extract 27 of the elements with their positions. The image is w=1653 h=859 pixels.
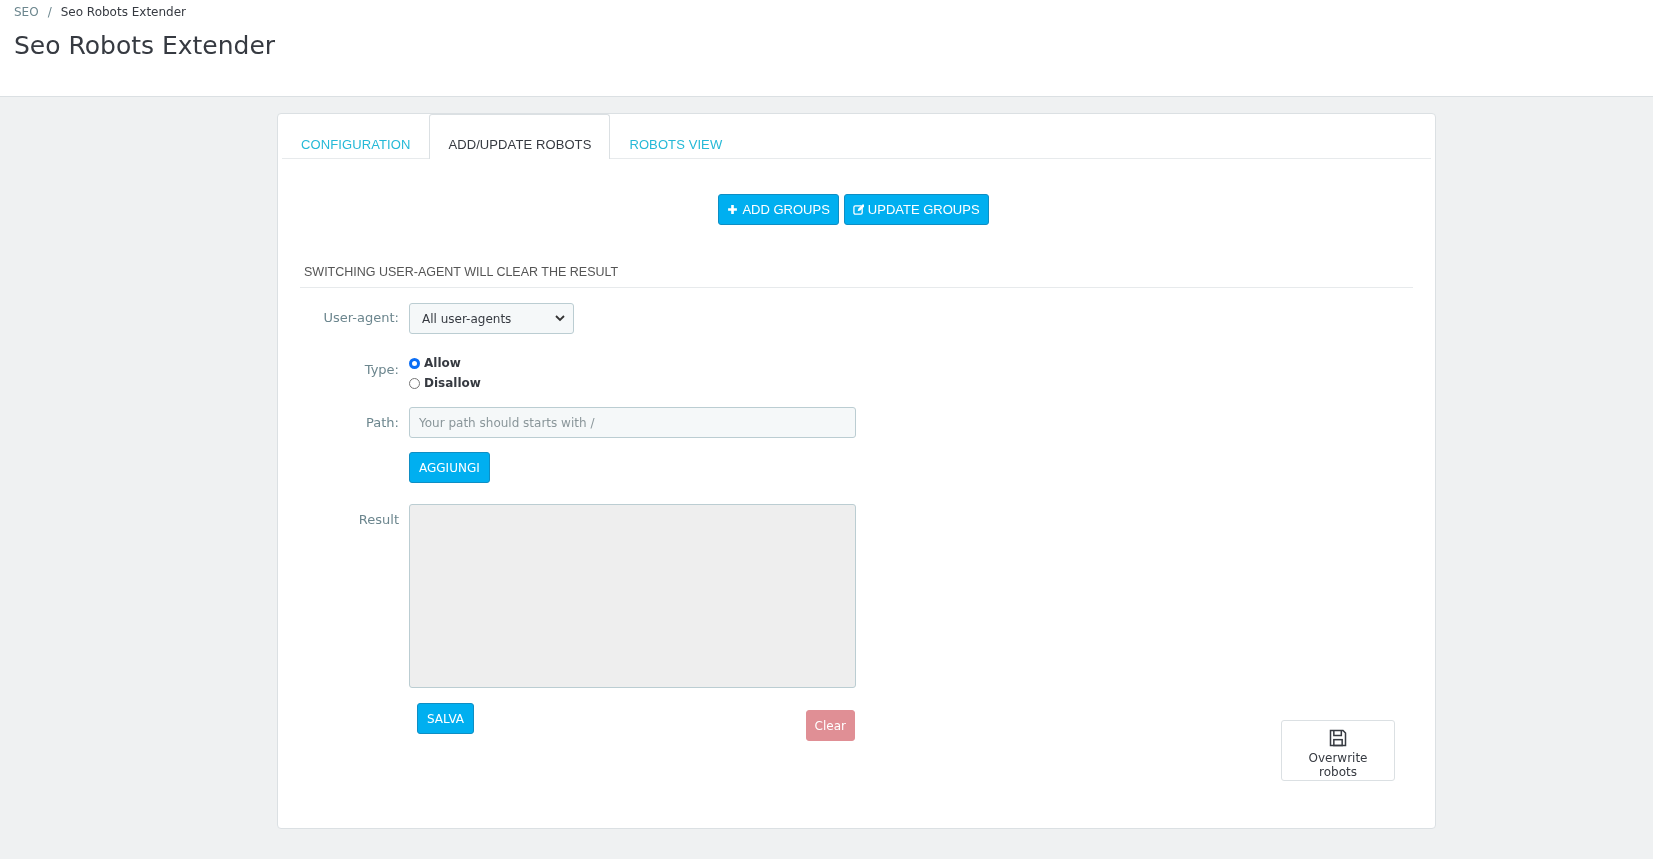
radio-label: Allow — [424, 356, 461, 370]
edit-icon — [852, 204, 864, 215]
section-heading: SWITCHING USER-AGENT WILL CLEAR THE RESULT — [304, 265, 619, 279]
breadcrumb-separator: / — [47, 4, 52, 20]
breadcrumb-item: Seo Robots Extender — [60, 4, 187, 20]
radio-button[interactable] — [409, 357, 420, 369]
tab[interactable]: ROBOTS VIEW — [610, 114, 742, 159]
tab[interactable]: ADD/UPDATE ROBOTS — [429, 114, 611, 159]
field-label: Type: — [364, 362, 399, 377]
field-label: Result — [358, 512, 399, 527]
update-groups-button[interactable]: UPDATE GROUPS — [843, 194, 989, 225]
save-button[interactable]: SALVA — [417, 703, 475, 734]
add-groups-button[interactable]: ADD GROUPS — [718, 194, 839, 225]
radio-label: Disallow — [424, 376, 481, 390]
breadcrumb-item[interactable]: SEO — [14, 4, 39, 20]
chevron-down-icon — [555, 315, 565, 322]
radio-button[interactable] — [409, 377, 420, 389]
overwrite-robots-button[interactable]: Overwrite robots — [1281, 720, 1395, 781]
field-label: User-agent: — [323, 310, 399, 325]
path-input-field[interactable]: Your path should starts with / — [409, 407, 856, 438]
aggiungi-button[interactable]: AGGIUNGI — [409, 452, 490, 483]
field-label: Path: — [366, 415, 399, 430]
page-title: Seo Robots Extender — [14, 30, 277, 62]
tab[interactable]: CONFIGURATION — [282, 114, 430, 159]
user-agent-select[interactable]: All user-agents — [409, 303, 574, 334]
clear-button[interactable]: Clear — [805, 710, 855, 741]
plus-icon — [727, 204, 739, 215]
